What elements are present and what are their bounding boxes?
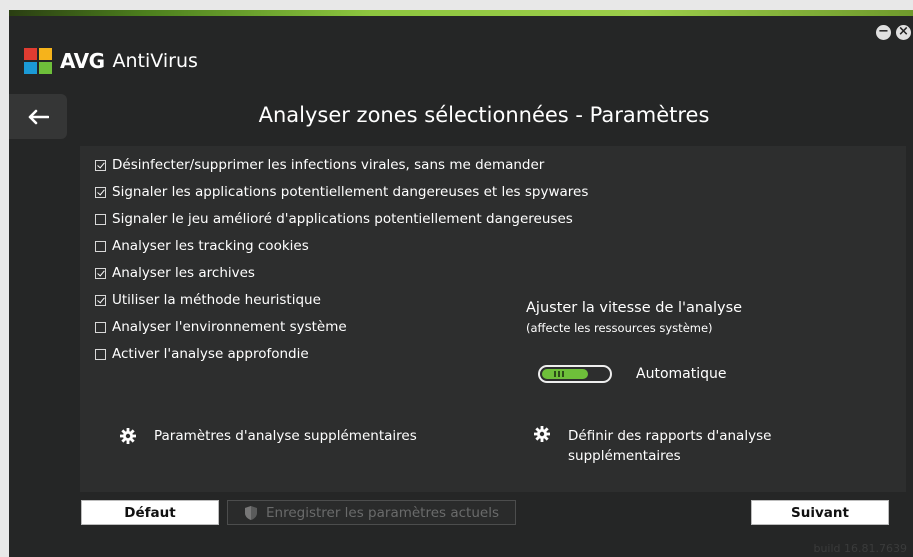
close-button[interactable]: × bbox=[896, 25, 911, 40]
option-label: Analyser les tracking cookies bbox=[112, 238, 309, 254]
define-reports-label-line2: supplémentaires bbox=[568, 448, 681, 464]
app-window: − × AVG AntiVirus Analyser zones sélecti… bbox=[9, 10, 913, 557]
shield-icon bbox=[244, 505, 257, 520]
save-settings-button[interactable]: Enregistrer les paramètres actuels bbox=[227, 500, 516, 525]
arrow-left-icon bbox=[28, 109, 49, 124]
option-label: Signaler les applications potentiellemen… bbox=[112, 184, 589, 200]
checkbox[interactable] bbox=[95, 348, 106, 360]
option-label: Désinfecter/supprimer les infections vir… bbox=[112, 157, 545, 173]
brand-name: AVG bbox=[60, 49, 105, 73]
top-accent-bar bbox=[9, 10, 913, 16]
checkbox[interactable] bbox=[95, 240, 106, 252]
build-version: build 16.81.7639 bbox=[813, 542, 907, 555]
option-system-environment[interactable]: Analyser l'environnement système bbox=[95, 316, 347, 338]
checkbox[interactable] bbox=[95, 186, 106, 198]
gear-icon bbox=[534, 426, 550, 442]
option-archives[interactable]: Analyser les archives bbox=[95, 262, 255, 284]
settings-panel: Désinfecter/supprimer les infections vir… bbox=[80, 146, 906, 492]
checkbox[interactable] bbox=[95, 267, 106, 279]
product-name: AntiVirus bbox=[112, 50, 198, 72]
option-label: Analyser les archives bbox=[112, 265, 255, 281]
checkbox[interactable] bbox=[95, 321, 106, 333]
option-label: Signaler le jeu amélioré d'applications … bbox=[112, 211, 573, 227]
checkbox[interactable] bbox=[95, 294, 106, 306]
option-disinfect[interactable]: Désinfecter/supprimer les infections vir… bbox=[95, 154, 544, 176]
checkbox[interactable] bbox=[95, 159, 106, 171]
minimize-button[interactable]: − bbox=[876, 25, 891, 40]
option-thorough-scan[interactable]: Activer l'analyse approfondie bbox=[95, 343, 309, 365]
slider-handle[interactable] bbox=[554, 371, 564, 377]
option-heuristics[interactable]: Utiliser la méthode heuristique bbox=[95, 289, 321, 311]
option-report-pup[interactable]: Signaler les applications potentiellemen… bbox=[95, 181, 588, 203]
save-settings-label: Enregistrer les paramètres actuels bbox=[265, 504, 499, 521]
default-button[interactable]: Défaut bbox=[81, 500, 219, 525]
speed-subtitle: (affecte les ressources système) bbox=[526, 321, 713, 335]
extra-scan-settings-link[interactable]: Paramètres d'analyse supplémentaires bbox=[120, 428, 417, 444]
slider-fill bbox=[542, 369, 588, 379]
option-label: Utiliser la méthode heuristique bbox=[112, 292, 321, 308]
extra-scan-settings-label: Paramètres d'analyse supplémentaires bbox=[154, 428, 417, 444]
gear-icon bbox=[120, 428, 136, 444]
option-label: Activer l'analyse approfondie bbox=[112, 346, 309, 362]
option-tracking-cookies[interactable]: Analyser les tracking cookies bbox=[95, 235, 309, 257]
speed-title: Ajuster la vitesse de l'analyse bbox=[526, 300, 743, 316]
define-reports-label-line1: Définir des rapports d'analyse bbox=[568, 428, 772, 444]
option-enhanced-pup[interactable]: Signaler le jeu amélioré d'applications … bbox=[95, 208, 573, 230]
define-reports-link[interactable]: Définir des rapports d'analyse supplémen… bbox=[534, 426, 771, 466]
avg-logo-icon bbox=[24, 48, 52, 74]
app-logo: AVG AntiVirus bbox=[24, 46, 198, 76]
speed-value: Automatique bbox=[636, 366, 727, 382]
next-button[interactable]: Suivant bbox=[751, 500, 889, 525]
back-button[interactable] bbox=[9, 94, 67, 139]
checkbox[interactable] bbox=[95, 213, 106, 225]
option-label: Analyser l'environnement système bbox=[112, 319, 347, 335]
page-title: Analyser zones sélectionnées - Paramètre… bbox=[258, 103, 710, 127]
speed-slider[interactable] bbox=[538, 365, 612, 383]
